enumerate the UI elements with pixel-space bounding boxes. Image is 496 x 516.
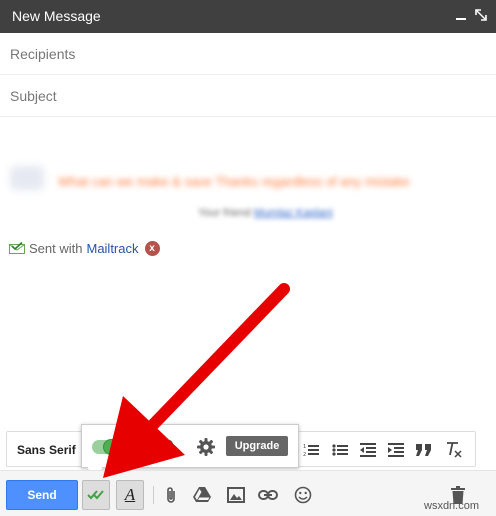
compose-titlebar: New Message (0, 0, 496, 33)
indent-less-icon[interactable] (357, 439, 379, 461)
toolbar-divider (153, 486, 154, 504)
send-button[interactable]: Send (6, 480, 78, 510)
double-check-icon (87, 490, 105, 500)
mailtrack-popup: Upgrade (81, 424, 299, 468)
link-icon[interactable] (254, 480, 282, 510)
bell-icon[interactable] (158, 436, 180, 458)
compose-toolbar: Send A (0, 470, 496, 516)
svg-text:1: 1 (303, 444, 306, 450)
remove-formatting-icon[interactable] (443, 439, 465, 461)
minimize-icon[interactable] (452, 6, 470, 24)
indent-more-icon[interactable] (385, 439, 407, 461)
bulleted-list-icon[interactable] (329, 439, 351, 461)
subject-input[interactable] (0, 75, 496, 116)
blurred-image (10, 166, 44, 190)
blurred-headline: What can we make & save Thanks regardles… (58, 174, 410, 189)
numbered-list-icon[interactable]: 12 (300, 439, 322, 461)
attach-icon[interactable] (157, 480, 185, 510)
text-format-icon: A (124, 485, 136, 504)
envelope-check-icon (9, 242, 25, 254)
toggle-indicator (122, 440, 136, 454)
gear-icon[interactable] (195, 436, 217, 458)
recipients-input[interactable] (0, 33, 496, 74)
expand-icon[interactable] (472, 6, 490, 24)
drive-icon[interactable] (188, 480, 216, 510)
remove-signature-badge[interactable]: x (144, 240, 160, 256)
blurred-link[interactable]: Mumtaz Kaplani (254, 207, 333, 219)
signature-prefix: Sent with (29, 240, 83, 256)
quote-icon[interactable] (413, 439, 435, 461)
photo-icon[interactable] (222, 480, 250, 510)
compose-title: New Message (12, 8, 101, 24)
mailtrack-link[interactable]: Mailtrack (86, 241, 138, 256)
blurred-line: Your friend Mumtaz Kaplani (198, 207, 366, 225)
blurred-line-prefix: Your friend (198, 207, 251, 219)
subject-row (0, 75, 496, 117)
svg-text:2: 2 (303, 452, 306, 457)
upgrade-button[interactable]: Upgrade (226, 436, 288, 456)
formatting-options-button[interactable]: A (116, 480, 144, 510)
watermark: wsxdn.com (424, 500, 480, 512)
recipients-row (0, 33, 496, 75)
font-family-select[interactable]: Sans Serif (17, 443, 76, 457)
mailtrack-signature: Sent with Mailtrack x (9, 239, 160, 257)
tracking-toggle[interactable] (92, 439, 119, 455)
mailtrack-check-button[interactable] (82, 480, 110, 510)
emoji-icon[interactable] (289, 480, 317, 510)
